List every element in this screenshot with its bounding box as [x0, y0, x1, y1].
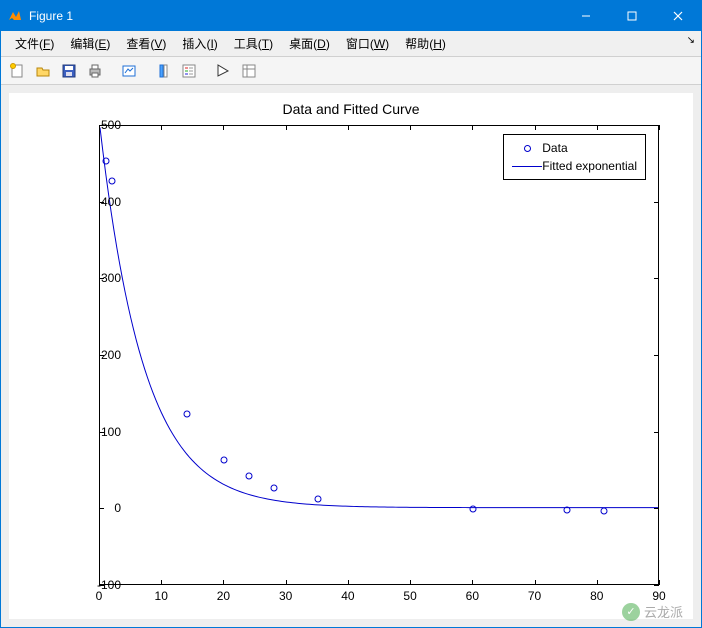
- menu-file[interactable]: 文件(F): [7, 32, 62, 55]
- y-tick-label: 400: [45, 195, 121, 209]
- edit-plot-button[interactable]: [211, 59, 235, 83]
- y-tick-label: 300: [45, 271, 121, 285]
- open-button[interactable]: [31, 59, 55, 83]
- watermark-text: 云龙派: [644, 602, 683, 621]
- menu-desktop[interactable]: 桌面(D): [281, 32, 338, 55]
- x-tick-label: 90: [652, 589, 665, 603]
- line-icon: [512, 166, 542, 167]
- menu-edit[interactable]: 编辑(E): [62, 32, 118, 55]
- dock-arrow-icon[interactable]: ↘: [687, 35, 695, 46]
- figure-area: Data and Fitted Curve Data Fitted expone…: [1, 85, 701, 627]
- circle-marker-icon: [512, 145, 542, 152]
- chart-title: Data and Fitted Curve: [9, 101, 693, 117]
- menu-tools[interactable]: 工具(T): [226, 32, 281, 55]
- wechat-icon: ✓: [622, 603, 640, 621]
- matlab-icon: [7, 8, 23, 24]
- close-button[interactable]: [655, 1, 701, 31]
- x-tick-label: 30: [279, 589, 292, 603]
- data-marker: [271, 484, 278, 491]
- data-marker: [109, 178, 116, 185]
- insert-legend-button[interactable]: [177, 59, 201, 83]
- data-marker: [184, 410, 191, 417]
- x-tick-label: 50: [403, 589, 416, 603]
- link-axes-button[interactable]: [117, 59, 141, 83]
- menu-help[interactable]: 帮助(H): [397, 32, 454, 55]
- y-tick-label: 200: [45, 348, 121, 362]
- x-tick-label: 0: [96, 589, 103, 603]
- figure-window: Figure 1 文件(F) 编辑(E) 查看(V) 插入(I) 工具(T) 桌…: [0, 0, 702, 628]
- axes[interactable]: Data and Fitted Curve Data Fitted expone…: [9, 93, 693, 619]
- window-title: Figure 1: [29, 9, 563, 23]
- data-marker: [221, 456, 228, 463]
- x-tick-label: 40: [341, 589, 354, 603]
- menubar: 文件(F) 编辑(E) 查看(V) 插入(I) 工具(T) 桌面(D) 窗口(W…: [1, 31, 701, 57]
- y-tick-label: 0: [45, 501, 121, 515]
- data-marker: [601, 507, 608, 514]
- menu-insert[interactable]: 插入(I): [174, 32, 225, 55]
- data-marker: [470, 505, 477, 512]
- legend-entry-data: Data: [512, 139, 637, 157]
- menu-view[interactable]: 查看(V): [118, 32, 174, 55]
- data-marker: [246, 473, 253, 480]
- x-tick-label: 60: [466, 589, 479, 603]
- y-tick-label: 500: [45, 118, 121, 132]
- property-editor-button[interactable]: [237, 59, 261, 83]
- legend-label: Fitted exponential: [542, 159, 637, 173]
- maximize-button[interactable]: [609, 1, 655, 31]
- x-tick-label: 10: [155, 589, 168, 603]
- print-button[interactable]: [83, 59, 107, 83]
- minimize-button[interactable]: [563, 1, 609, 31]
- plot-box: Data Fitted exponential: [99, 125, 659, 585]
- watermark: ✓ 云龙派: [622, 602, 683, 621]
- toolbar: [1, 57, 701, 85]
- x-tick-label: 80: [590, 589, 603, 603]
- save-button[interactable]: [57, 59, 81, 83]
- fitted-curve: [100, 126, 658, 584]
- menu-window[interactable]: 窗口(W): [338, 32, 397, 55]
- insert-colorbar-button[interactable]: [151, 59, 175, 83]
- legend-entry-fit: Fitted exponential: [512, 157, 637, 175]
- x-tick-label: 70: [528, 589, 541, 603]
- new-figure-button[interactable]: [5, 59, 29, 83]
- y-tick-label: -100: [45, 578, 121, 592]
- x-tick-label: 20: [217, 589, 230, 603]
- titlebar[interactable]: Figure 1: [1, 1, 701, 31]
- data-marker: [563, 507, 570, 514]
- legend[interactable]: Data Fitted exponential: [503, 134, 646, 180]
- y-tick-label: 100: [45, 425, 121, 439]
- data-marker: [103, 157, 110, 164]
- legend-label: Data: [542, 141, 567, 155]
- data-marker: [314, 495, 321, 502]
